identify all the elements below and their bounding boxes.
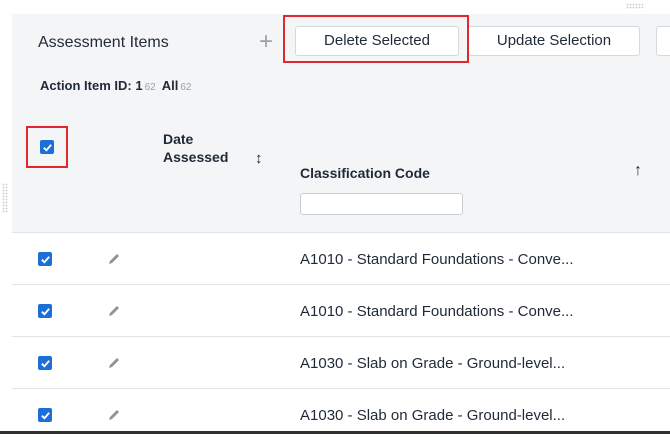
row-checkbox[interactable] <box>38 408 52 422</box>
table-body: A1010 - Standard Foundations - Conve... … <box>12 232 670 440</box>
checkmark-icon <box>40 255 50 264</box>
sort-both-icon[interactable]: ↕ <box>255 150 263 167</box>
checkmark-icon <box>40 359 50 368</box>
group-all-link[interactable]: All <box>162 78 179 93</box>
drag-handle-icon[interactable] <box>626 3 644 9</box>
group-label: Action Item ID: <box>40 78 132 93</box>
group-all-count: 62 <box>180 82 192 93</box>
select-all-checkbox[interactable] <box>40 140 54 154</box>
classification-cell: A1030 - Slab on Grade - Ground-level... <box>300 355 566 372</box>
table-row[interactable]: A1010 - Standard Foundations - Conve... <box>12 232 670 284</box>
group-value-count: 62 <box>144 82 156 93</box>
checkmark-icon <box>40 307 50 316</box>
group-filter-bar: Action Item ID: 1 62 All 62 <box>40 78 191 93</box>
column-header-classification-code[interactable]: Classification Code <box>300 165 430 181</box>
pencil-icon[interactable] <box>106 251 122 267</box>
checkmark-icon <box>40 411 50 420</box>
classification-cell: A1010 - Standard Foundations - Conve... <box>300 303 574 320</box>
plus-icon[interactable]: + <box>255 27 277 57</box>
row-checkbox[interactable] <box>38 304 52 318</box>
row-checkbox[interactable] <box>38 252 52 266</box>
row-checkbox[interactable] <box>38 356 52 370</box>
classification-cell: A1010 - Standard Foundations - Conve... <box>300 251 574 268</box>
classification-cell: A1030 - Slab on Grade - Ground-level... <box>300 407 566 424</box>
table-row[interactable]: A1010 - Standard Foundations - Conve... <box>12 284 670 336</box>
pencil-icon[interactable] <box>106 407 122 423</box>
update-selection-button[interactable]: Update Selection <box>468 26 640 56</box>
pencil-icon[interactable] <box>106 303 122 319</box>
panel-title: Assessment Items <box>38 34 169 51</box>
column-header-date-assessed[interactable]: Date Assessed <box>163 130 253 166</box>
column-resize-handle-icon[interactable] <box>2 183 8 213</box>
delete-selected-button[interactable]: Delete Selected <box>295 26 459 56</box>
toolbar-overflow-button[interactable] <box>656 26 670 56</box>
table-header: Date Assessed ↕ Classification Code ↑ <box>12 112 670 232</box>
checkmark-icon <box>42 143 52 152</box>
pencil-icon[interactable] <box>106 355 122 371</box>
table-row[interactable]: A1030 - Slab on Grade - Ground-level... <box>12 336 670 388</box>
assessment-items-panel: Assessment Items + Delete Selected Updat… <box>12 14 670 440</box>
sort-ascending-icon[interactable]: ↑ <box>634 162 642 180</box>
toolbar: Assessment Items + Delete Selected Updat… <box>12 14 670 72</box>
classification-filter-input[interactable] <box>300 193 463 215</box>
group-value-link[interactable]: 1 <box>135 78 142 93</box>
